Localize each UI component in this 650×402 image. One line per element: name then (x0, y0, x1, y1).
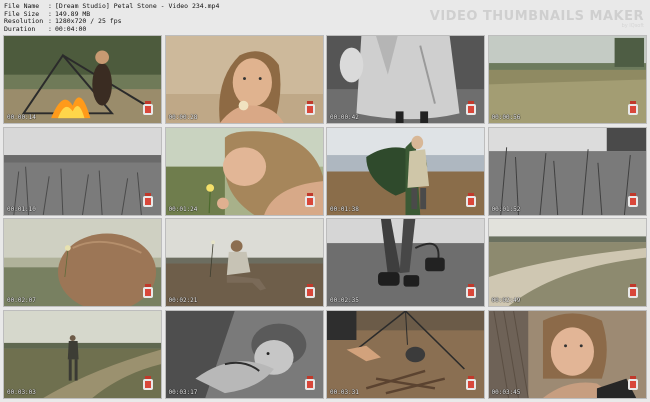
film-logo-icon (304, 284, 315, 298)
thumbnail-image (4, 36, 161, 123)
thumbnail-image (327, 36, 484, 123)
thumbnail-frame: 00:02:07 (3, 218, 162, 307)
film-logo (304, 101, 315, 115)
film-logo (466, 101, 476, 115)
film-logo-icon (304, 375, 315, 390)
thumbnail-frame: 00:00:28 (164, 35, 324, 124)
film-logo-icon (627, 101, 638, 115)
thumbnail-timestamp: 00:01:10 (7, 205, 36, 213)
thumbnail-image (327, 219, 484, 306)
film-logo (143, 101, 153, 115)
file-info: File Name: [Dream Studio] Petal Stone - V… (4, 2, 219, 33)
film-logo-icon (466, 101, 476, 115)
thumbnail-timestamp: 00:00:28 (168, 114, 198, 121)
film-logo-icon (304, 101, 315, 115)
thumbnail-image (327, 127, 484, 215)
thumbnail-image (327, 310, 484, 398)
thumbnail-timestamp: 00:03:45 (491, 388, 521, 396)
thumbnail-image (488, 36, 646, 123)
thumbnail-timestamp: 00:02:35 (330, 297, 359, 304)
brand-watermark: VIDEO THUMBNAILS MAKER by IQsoft (430, 9, 644, 29)
film-logo-icon (143, 192, 153, 207)
thumbnail-timestamp: 00:03:31 (330, 388, 359, 396)
brand-title: VIDEO THUMBNAILS MAKER (429, 9, 644, 24)
thumbnail-timestamp: 00:00:42 (330, 114, 359, 121)
film-logo-icon (143, 101, 153, 115)
info-key: Duration (4, 24, 36, 33)
thumbnail-frame: 00:02:21 (164, 218, 324, 307)
thumbnail-frame: 00:01:10 (3, 126, 162, 216)
film-logo (627, 192, 638, 207)
thumbnail-frame: 00:00:56 (487, 35, 647, 124)
film-logo (304, 192, 315, 207)
thumbnail-frame: 00:03:03 (3, 309, 162, 399)
thumbnail-image (4, 127, 161, 215)
film-logo (143, 375, 153, 390)
film-logo-icon (466, 375, 476, 390)
film-logo (627, 375, 638, 390)
film-logo (143, 284, 153, 298)
thumbnail-timestamp: 00:01:24 (168, 205, 198, 213)
film-logo (304, 375, 315, 390)
info-row-duration: Duration:00:04:00 (4, 24, 87, 33)
film-logo-icon (466, 192, 476, 207)
thumbnail-timestamp: 00:01:52 (491, 205, 521, 213)
thumbnail-frame: 00:03:17 (164, 309, 324, 399)
film-logo (627, 101, 638, 115)
film-logo (466, 284, 476, 298)
thumbnail-grid: 00:00:14 00:00:28 00:00:42 00:00:56 00:0… (3, 35, 647, 399)
film-logo (466, 375, 476, 390)
thumbnail-sheet: File Name: [Dream Studio] Petal Stone - V… (0, 0, 650, 402)
thumbnail-image (165, 310, 323, 398)
thumbnail-timestamp: 00:00:14 (7, 114, 36, 121)
thumbnail-timestamp: 00:02:49 (491, 297, 521, 304)
thumbnail-image (165, 127, 323, 215)
thumbnail-frame: 00:01:38 (326, 126, 485, 216)
thumbnail-timestamp: 00:02:07 (7, 297, 36, 304)
thumbnail-timestamp: 00:02:21 (168, 297, 198, 304)
thumbnail-image (488, 219, 646, 306)
thumbnail-timestamp: 00:03:17 (168, 388, 198, 396)
thumbnail-image (488, 127, 646, 215)
thumbnail-image (165, 36, 323, 123)
thumbnail-image (4, 219, 161, 306)
thumbnail-frame: 00:03:45 (487, 309, 647, 399)
thumbnail-frame: 00:02:49 (487, 218, 647, 307)
film-logo-icon (466, 284, 476, 298)
thumbnail-image (488, 310, 646, 398)
film-logo (304, 284, 315, 298)
film-logo-icon (627, 375, 638, 390)
film-logo (627, 284, 638, 298)
film-logo-icon (627, 284, 638, 298)
thumbnail-frame: 00:00:42 (326, 35, 485, 124)
info-row-resolution: Resolution:1280x720 / 25 fps (4, 17, 122, 26)
info-value: 00:04:00 (55, 24, 87, 33)
thumbnail-frame: 00:02:35 (326, 218, 485, 307)
film-logo-icon (304, 192, 315, 207)
thumbnail-frame: 00:00:14 (3, 35, 162, 124)
thumbnail-timestamp: 00:01:38 (330, 205, 359, 213)
film-logo (143, 192, 153, 207)
thumbnail-frame: 00:01:52 (487, 126, 647, 216)
thumbnail-image (4, 310, 161, 398)
film-logo-icon (627, 192, 638, 207)
film-logo-icon (143, 375, 153, 390)
thumbnail-frame: 00:01:24 (164, 126, 324, 216)
film-logo (466, 192, 476, 207)
film-logo-icon (143, 284, 153, 298)
thumbnail-timestamp: 00:00:56 (491, 114, 521, 121)
thumbnail-frame: 00:03:31 (326, 309, 485, 399)
thumbnail-image (165, 219, 323, 306)
thumbnail-timestamp: 00:03:03 (7, 388, 36, 396)
